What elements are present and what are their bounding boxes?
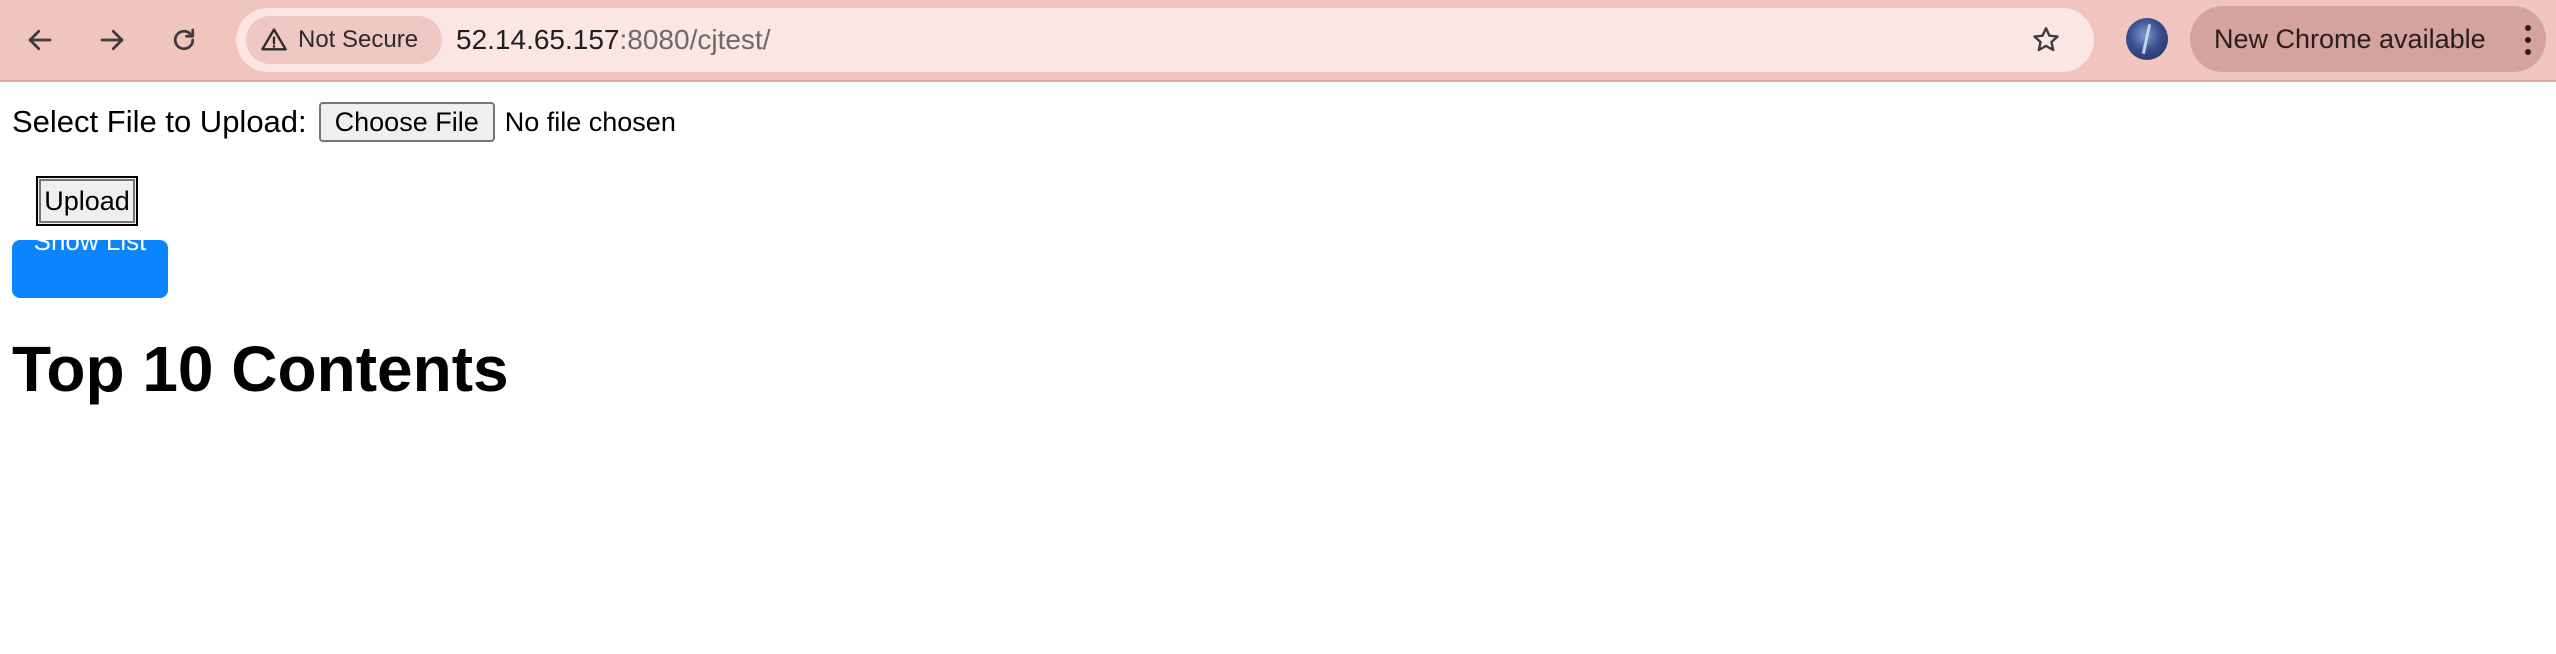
profile-avatar[interactable] xyxy=(2126,18,2168,60)
page-content: Select File to Upload: Choose File No fi… xyxy=(0,84,2556,654)
url-text[interactable]: 52.14.65.157:8080/cjtest/ xyxy=(456,22,770,58)
upload-button[interactable]: Upload xyxy=(36,176,138,226)
page-heading: Top 10 Contents xyxy=(12,333,509,405)
file-status-text: No file chosen xyxy=(504,106,676,137)
address-bar[interactable]: Not Secure 52.14.65.157:8080/cjtest/ xyxy=(236,8,2094,72)
show-list-button[interactable]: Show List xyxy=(12,240,168,298)
browser-toolbar: Not Secure 52.14.65.157:8080/cjtest/ New… xyxy=(0,0,2556,82)
forward-arrow-icon xyxy=(100,29,124,51)
update-chrome-button[interactable]: New Chrome available xyxy=(2190,6,2546,72)
update-chrome-label: New Chrome available xyxy=(2214,23,2486,54)
back-arrow-icon xyxy=(28,29,52,51)
security-indicator[interactable]: Not Secure xyxy=(246,16,442,64)
kebab-menu-icon[interactable] xyxy=(2524,25,2532,55)
warning-triangle-icon xyxy=(261,28,287,51)
reload-button[interactable] xyxy=(160,16,208,64)
choose-file-button[interactable]: Choose File xyxy=(318,102,495,142)
star-icon[interactable] xyxy=(2030,24,2062,56)
url-host: 52.14.65.157 xyxy=(456,24,620,55)
show-list-label: Show List xyxy=(33,240,147,256)
upload-form: Select File to Upload: Choose File No fi… xyxy=(12,102,676,142)
reload-icon xyxy=(173,28,195,51)
url-path: :8080/cjtest/ xyxy=(619,24,771,55)
forward-button[interactable] xyxy=(88,16,136,64)
security-label: Not Secure xyxy=(298,26,419,53)
back-button[interactable] xyxy=(16,16,64,64)
file-upload-label: Select File to Upload: xyxy=(12,104,307,139)
